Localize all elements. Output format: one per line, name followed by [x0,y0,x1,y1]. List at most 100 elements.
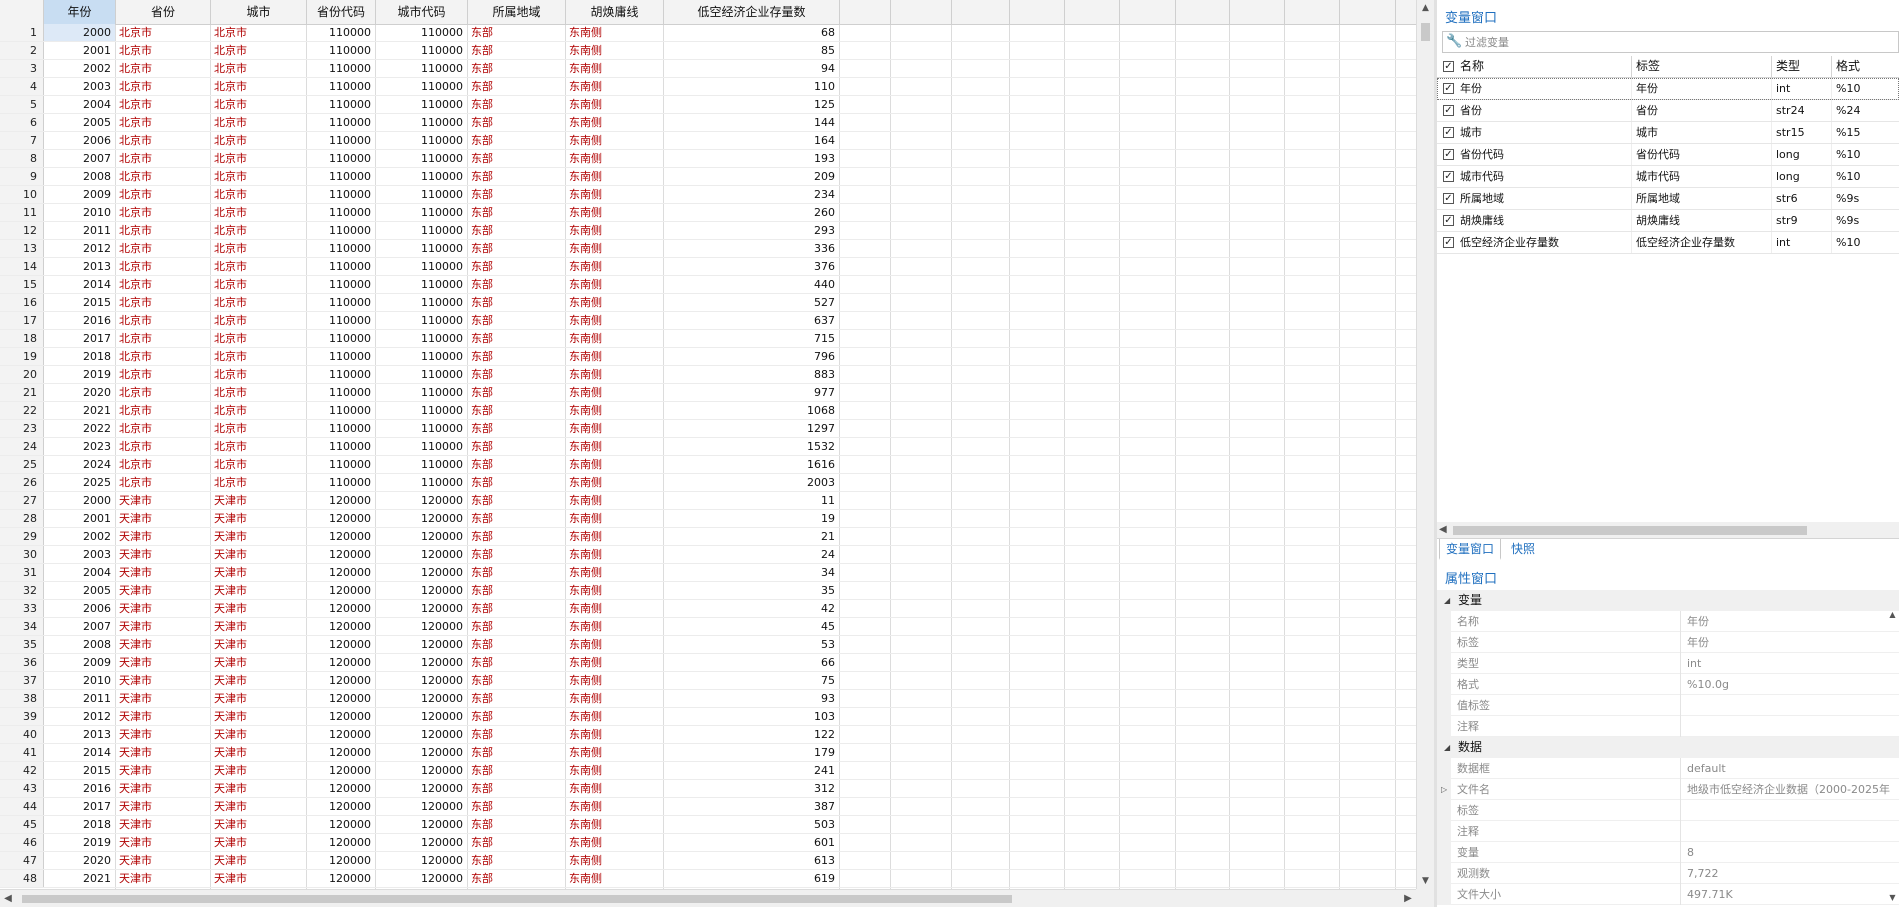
cell-region[interactable]: 东部 [468,60,565,77]
table-row[interactable]: 43 2016 天津市 天津市 120000 120000 东部 东南侧 312 [0,780,1416,798]
cell-low-altitude-firms[interactable]: 619 [664,870,839,887]
cell-city-code[interactable]: 120000 [376,834,467,851]
cell-low-altitude-firms[interactable]: 11 [664,492,839,509]
cell-year[interactable]: 2016 [44,312,115,329]
cell-city[interactable]: 天津市 [211,672,306,689]
col-header-empty[interactable] [1285,0,1340,24]
cell-province-code[interactable]: 120000 [307,708,375,725]
cell-province[interactable]: 天津市 [116,654,210,671]
tab-variables[interactable]: 变量窗口 [1439,539,1502,560]
cell-low-altitude-firms[interactable]: 68 [664,24,839,41]
cell-hu-line[interactable]: 东南侧 [566,564,663,581]
cell-city[interactable]: 北京市 [211,294,306,311]
cell-region[interactable]: 东部 [468,438,565,455]
row-number[interactable]: 44 [0,798,44,815]
cell-province[interactable]: 北京市 [116,150,210,167]
cell-province[interactable]: 天津市 [116,618,210,635]
cell-province-code[interactable]: 120000 [307,870,375,887]
row-number[interactable]: 26 [0,474,44,491]
cell-province-code[interactable]: 120000 [307,636,375,653]
cell-year[interactable]: 2011 [44,222,115,239]
cell-city-code[interactable]: 110000 [376,420,467,437]
grid-corner-cell[interactable] [0,0,44,24]
data-grid[interactable]: 年份 省份 城市 省份代码 城市代码 所属地域 胡焕庸线 低空经济企业存量数 1 2000 北京市… [0,0,1434,907]
cell-city[interactable]: 天津市 [211,690,306,707]
cell-province[interactable]: 北京市 [116,474,210,491]
col-header-empty[interactable] [840,0,891,24]
cell-low-altitude-firms[interactable]: 122 [664,726,839,743]
cell-year[interactable]: 2022 [44,420,115,437]
cell-province[interactable]: 天津市 [116,708,210,725]
cell-province-code[interactable]: 110000 [307,402,375,419]
row-number[interactable]: 37 [0,672,44,689]
cell-city-code[interactable]: 120000 [376,744,467,761]
table-row[interactable]: 7 2006 北京市 北京市 110000 110000 东部 东南侧 164 [0,132,1416,150]
cell-province[interactable]: 北京市 [116,366,210,383]
cell-city-code[interactable]: 120000 [376,564,467,581]
cell-province-code[interactable]: 120000 [307,762,375,779]
cell-year[interactable]: 2014 [44,744,115,761]
cell-low-altitude-firms[interactable]: 387 [664,798,839,815]
cell-year[interactable]: 2001 [44,42,115,59]
cell-province-code[interactable]: 110000 [307,24,375,41]
scroll-thumb[interactable] [1421,23,1430,41]
cell-province[interactable]: 北京市 [116,186,210,203]
cell-province-code[interactable]: 110000 [307,96,375,113]
cell-hu-line[interactable]: 东南侧 [566,24,663,41]
cell-province-code[interactable]: 110000 [307,366,375,383]
cell-year[interactable]: 2002 [44,528,115,545]
cell-year[interactable]: 2009 [44,186,115,203]
cell-low-altitude-firms[interactable]: 45 [664,618,839,635]
properties-vertical-scrollbar[interactable]: ▲ ▼ [1886,610,1899,907]
table-row[interactable]: 41 2014 天津市 天津市 120000 120000 东部 东南侧 179 [0,744,1416,762]
cell-year[interactable]: 2025 [44,474,115,491]
cell-province[interactable]: 天津市 [116,690,210,707]
variable-row[interactable]: ✓ 低空经济企业存量数 低空经济企业存量数 int %10 [1437,232,1899,254]
cell-low-altitude-firms[interactable]: 144 [664,114,839,131]
cell-province-code[interactable]: 110000 [307,312,375,329]
row-number[interactable]: 48 [0,870,44,887]
cell-low-altitude-firms[interactable]: 503 [664,816,839,833]
property-row[interactable]: 类型 int [1437,653,1899,674]
cell-hu-line[interactable]: 东南侧 [566,366,663,383]
cell-province-code[interactable]: 120000 [307,492,375,509]
cell-hu-line[interactable]: 东南侧 [566,726,663,743]
cell-year[interactable]: 2000 [44,24,115,41]
cell-year[interactable]: 2011 [44,690,115,707]
cell-year[interactable]: 2020 [44,384,115,401]
property-value[interactable]: 8 [1687,842,1899,863]
cell-city-code[interactable]: 110000 [376,384,467,401]
property-row[interactable]: 标签 年份 [1437,632,1899,653]
cell-city[interactable]: 北京市 [211,78,306,95]
row-number[interactable]: 41 [0,744,44,761]
cell-low-altitude-firms[interactable]: 85 [664,42,839,59]
cell-region[interactable]: 东部 [468,708,565,725]
cell-province-code[interactable]: 120000 [307,672,375,689]
cell-hu-line[interactable]: 东南侧 [566,672,663,689]
property-value[interactable]: 年份 [1687,611,1899,632]
table-row[interactable]: 2 2001 北京市 北京市 110000 110000 东部 东南侧 85 [0,42,1416,60]
cell-low-altitude-firms[interactable]: 336 [664,240,839,257]
row-number[interactable]: 47 [0,852,44,869]
property-value[interactable]: 地级市低空经济企业数据（2000-2025年 [1687,779,1899,800]
cell-city-code[interactable]: 120000 [376,528,467,545]
cell-hu-line[interactable]: 东南侧 [566,114,663,131]
row-number[interactable]: 11 [0,204,44,221]
cell-hu-line[interactable]: 东南侧 [566,276,663,293]
cell-hu-line[interactable]: 东南侧 [566,744,663,761]
cell-hu-line[interactable]: 东南侧 [566,96,663,113]
grid-horizontal-scrollbar[interactable]: ◀ ▶ [0,889,1416,907]
row-number[interactable]: 36 [0,654,44,671]
cell-province-code[interactable]: 110000 [307,114,375,131]
cell-province[interactable]: 天津市 [116,780,210,797]
cell-city-code[interactable]: 120000 [376,852,467,869]
row-number[interactable]: 18 [0,330,44,347]
cell-hu-line[interactable]: 东南侧 [566,186,663,203]
cell-province-code[interactable]: 110000 [307,60,375,77]
table-row[interactable]: 11 2010 北京市 北京市 110000 110000 东部 东南侧 260 [0,204,1416,222]
col-header-name[interactable]: 名称 [1456,56,1631,77]
row-number[interactable]: 8 [0,150,44,167]
table-row[interactable]: 47 2020 天津市 天津市 120000 120000 东部 东南侧 613 [0,852,1416,870]
cell-province-code[interactable]: 120000 [307,600,375,617]
property-category[interactable]: ◢ 变量 [1437,590,1899,611]
